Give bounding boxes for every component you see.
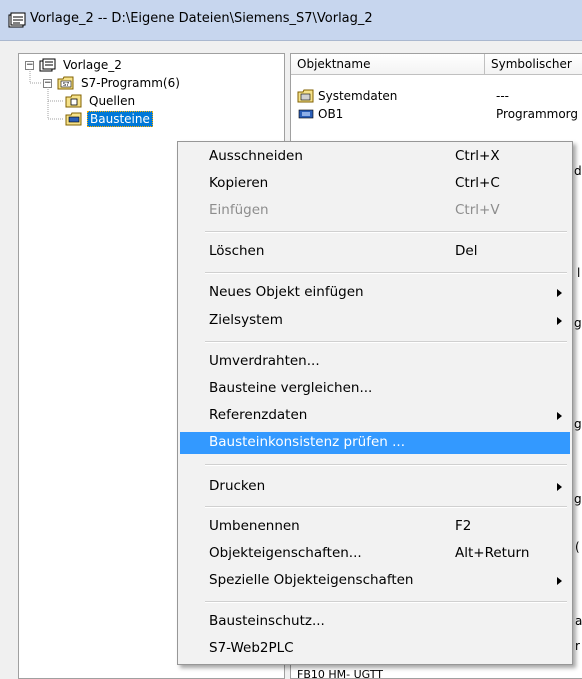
menu-item-copy[interactable]: Kopieren Ctrl+C — [180, 173, 570, 195]
partial-text: a — [575, 614, 582, 628]
menu-item-label: Neues Objekt einfügen — [209, 284, 364, 300]
menu-item-label: Löschen — [209, 243, 265, 259]
submenu-arrow-icon — [557, 317, 562, 325]
column-header-symbolic[interactable]: Symbolischer — [485, 54, 582, 75]
menu-item-label: Umverdrahten... — [209, 353, 320, 369]
window-titlebar: Vorlage_2 -- D:\Eigene Dateien\Siemens_S… — [0, 0, 582, 41]
menu-item-print[interactable]: Drucken — [180, 476, 570, 498]
system-data-icon — [297, 89, 314, 103]
menu-separator — [205, 272, 567, 274]
menu-item-label: Umbenennen — [209, 518, 300, 534]
menu-item-label: Zielsystem — [209, 312, 283, 328]
menu-item-label: Objekteigenschaften... — [209, 545, 362, 561]
menu-item-block-protection[interactable]: Bausteinschutz... — [180, 611, 570, 633]
list-row-name: Systemdaten — [318, 89, 398, 103]
menu-item-label: Einfügen — [209, 202, 269, 218]
menu-item-insert-new-object[interactable]: Neues Objekt einfügen — [180, 282, 570, 304]
menu-item-label: Bausteine vergleichen... — [209, 380, 373, 396]
partial-text: FB10 HM- UGTT — [297, 668, 384, 679]
menu-item-check-block-consistency[interactable]: Bausteinkonsistenz prüfen ... — [180, 432, 570, 454]
menu-item-special-object-properties[interactable]: Spezielle Objekteigenschaften — [180, 570, 570, 592]
list-row-systemdaten[interactable]: Systemdaten — [297, 87, 397, 105]
menu-item-shortcut: Ctrl+C — [455, 175, 500, 191]
menu-item-label: S7-Web2PLC — [209, 640, 294, 656]
menu-item-rename[interactable]: Umbenennen F2 — [180, 516, 570, 538]
partial-text: l — [577, 266, 581, 280]
menu-separator — [205, 341, 567, 343]
menu-separator — [205, 464, 567, 466]
menu-item-label: Referenzdaten — [209, 407, 308, 423]
menu-item-shortcut: Del — [455, 243, 478, 259]
list-row-symbol: Programmorg — [496, 107, 579, 121]
menu-item-object-properties[interactable]: Objekteigenschaften... Alt+Return — [180, 543, 570, 565]
menu-item-delete[interactable]: Löschen Del — [180, 241, 570, 263]
menu-item-shortcut: Ctrl+X — [455, 148, 500, 164]
menu-item-rewire[interactable]: Umverdrahten... — [180, 351, 570, 373]
block-icon — [298, 109, 314, 119]
menu-item-paste: Einfügen Ctrl+V — [180, 200, 570, 222]
menu-item-cut[interactable]: Ausschneiden Ctrl+X — [180, 146, 570, 168]
menu-item-label: Kopieren — [209, 175, 269, 191]
menu-separator — [205, 506, 567, 508]
partial-text: ( — [575, 540, 580, 554]
menu-item-shortcut: Alt+Return — [455, 545, 530, 561]
submenu-arrow-icon — [557, 577, 562, 585]
partial-text: g — [574, 492, 582, 506]
partial-text: d — [574, 164, 582, 178]
menu-item-shortcut: Ctrl+V — [455, 202, 500, 218]
menu-item-reference-data[interactable]: Referenzdaten — [180, 405, 570, 427]
column-header-objektname[interactable]: Objektname — [291, 54, 485, 75]
submenu-arrow-icon — [557, 289, 562, 297]
submenu-arrow-icon — [557, 483, 562, 491]
partial-text: r — [575, 639, 580, 653]
partial-text: g — [574, 316, 582, 330]
menu-item-label: Drucken — [209, 478, 266, 494]
menu-item-target-system[interactable]: Zielsystem — [180, 310, 570, 332]
menu-item-label: Ausschneiden — [209, 148, 303, 164]
menu-separator — [205, 231, 567, 233]
tree-connector-lines — [29, 69, 64, 120]
submenu-arrow-icon — [557, 412, 562, 420]
menu-item-label: Spezielle Objekteigenschaften — [209, 572, 414, 588]
list-row-ob1[interactable]: OB1 — [297, 105, 343, 123]
list-row-symbol: --- — [496, 89, 509, 103]
list-row-name: OB1 — [318, 107, 344, 121]
menu-item-label: Bausteinkonsistenz prüfen ... — [209, 434, 405, 450]
menu-item-shortcut: F2 — [455, 518, 472, 534]
partial-text: g — [574, 417, 582, 431]
window-title: Vorlage_2 -- D:\Eigene Dateien\Siemens_S… — [30, 11, 373, 26]
menu-separator — [205, 601, 567, 603]
menu-item-label: Bausteinschutz... — [209, 613, 325, 629]
menu-item-s7-web2plc[interactable]: S7-Web2PLC — [180, 638, 570, 660]
project-icon — [8, 12, 26, 28]
context-menu: Ausschneiden Ctrl+X Kopieren Ctrl+C Einf… — [177, 141, 573, 665]
menu-item-compare-blocks[interactable]: Bausteine vergleichen... — [180, 378, 570, 400]
